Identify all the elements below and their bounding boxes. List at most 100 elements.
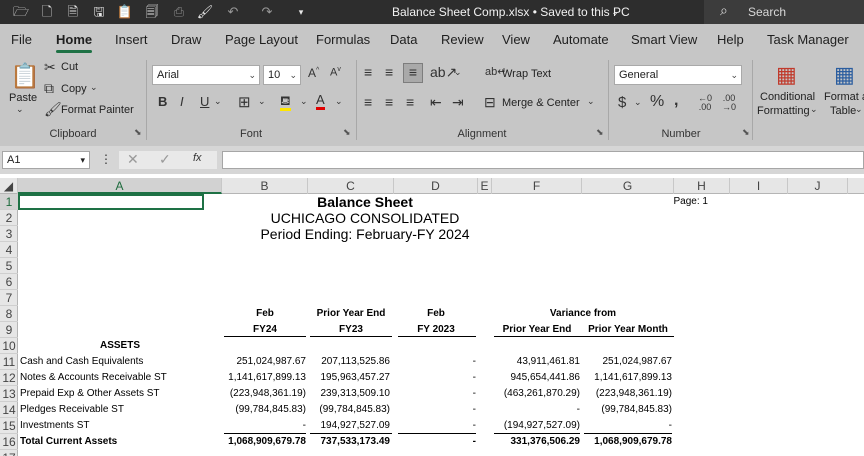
decrease-font-icon[interactable]: Av <box>330 66 341 79</box>
increase-font-icon[interactable]: A^ <box>308 66 319 80</box>
chevron-down-icon[interactable]: ⌄ <box>16 104 24 115</box>
increase-indent-icon[interactable]: ⇥ <box>452 94 464 111</box>
chevron-down-icon[interactable]: ⌄ <box>300 96 308 107</box>
chevron-down-icon[interactable]: ⌄ <box>335 96 343 107</box>
selected-cell-a1[interactable] <box>18 194 204 210</box>
row-header[interactable]: 1 <box>0 194 18 210</box>
clipboard-icon[interactable]: 🗐 <box>143 3 161 21</box>
row-header[interactable]: 5 <box>0 258 18 274</box>
tab-view[interactable]: View <box>502 24 530 56</box>
row-header[interactable]: 6 <box>0 274 18 290</box>
chevron-down-icon[interactable]: ⌄ <box>855 104 863 115</box>
chevron-down-icon[interactable]: ⌄ <box>214 96 222 107</box>
row-header[interactable]: 14 <box>0 402 18 418</box>
bold-icon[interactable]: B <box>158 94 167 109</box>
align-middle-icon[interactable]: ≡ <box>385 64 393 80</box>
align-center-icon[interactable]: ≡ <box>385 94 393 110</box>
open-icon[interactable]: 🗁 <box>12 3 30 21</box>
select-all-corner[interactable]: ◢ <box>0 178 18 194</box>
row-header[interactable]: 2 <box>0 210 18 226</box>
row-header[interactable]: 16 <box>0 434 18 450</box>
row-header[interactable]: 8 <box>0 306 18 322</box>
save-as-icon[interactable]: 🗎 <box>64 3 82 21</box>
undo-icon[interactable]: ↶ <box>224 3 242 21</box>
copy-button[interactable]: Copy <box>61 83 87 95</box>
align-top-icon[interactable]: ≡ <box>364 64 372 80</box>
conditional-formatting-label[interactable]: Conditional <box>760 91 815 103</box>
format-painter-button[interactable]: Format Painter <box>61 104 134 116</box>
paste-label[interactable]: Paste <box>9 92 37 104</box>
decrease-indent-icon[interactable]: ⇤ <box>430 94 442 111</box>
row-header[interactable]: 3 <box>0 226 18 242</box>
tab-page-layout[interactable]: Page Layout <box>225 24 298 56</box>
tab-formulas[interactable]: Formulas <box>316 24 370 56</box>
tab-smart-view[interactable]: Smart View <box>631 24 697 56</box>
tab-review[interactable]: Review <box>441 24 484 56</box>
search-box[interactable]: ⌕ Search <box>704 0 864 24</box>
column-header-g[interactable]: G <box>582 178 674 194</box>
paste-icon[interactable]: 📋 <box>10 62 40 91</box>
tab-draw[interactable]: Draw <box>171 24 201 56</box>
chevron-down-icon[interactable]: ⌄ <box>258 96 266 107</box>
comma-style-icon[interactable]: , <box>674 92 678 110</box>
column-header-i[interactable]: I <box>730 178 788 194</box>
tab-task-manager[interactable]: Task Manager <box>767 24 849 56</box>
increase-decimal-icon[interactable]: ←0.00 <box>698 94 712 112</box>
row-header[interactable]: 4 <box>0 242 18 258</box>
italic-icon[interactable]: I <box>180 94 184 109</box>
row-header[interactable]: 7 <box>0 290 18 306</box>
more-options-icon[interactable]: ⋮ <box>100 152 112 166</box>
row-header[interactable]: 9 <box>0 322 18 338</box>
align-right-icon[interactable]: ≡ <box>406 94 414 110</box>
column-header-d[interactable]: D <box>394 178 478 194</box>
print-icon[interactable]: ⎙ <box>170 3 188 21</box>
currency-icon[interactable]: $ <box>618 94 626 111</box>
column-header-j[interactable]: J <box>788 178 848 194</box>
cut-button[interactable]: Cut <box>61 61 78 73</box>
tab-data[interactable]: Data <box>390 24 417 56</box>
row-header[interactable]: 15 <box>0 418 18 434</box>
redo-icon[interactable]: ↷ <box>258 3 276 21</box>
chevron-down-icon[interactable]: ⌄ <box>454 67 462 78</box>
customize-quick-access-icon[interactable]: ▾ <box>292 3 310 21</box>
align-left-icon[interactable]: ≡ <box>364 94 372 110</box>
merge-center-icon[interactable]: ⊟ <box>484 94 496 111</box>
chevron-down-icon[interactable]: ⌄ <box>90 82 98 93</box>
dialog-launcher-icon[interactable]: ⬊ <box>343 127 351 138</box>
font-size-select[interactable]: 10 ⌄ <box>263 65 301 85</box>
insert-function-icon[interactable]: fx <box>193 152 202 164</box>
format-painter-icon[interactable]: 🖌 <box>44 101 62 118</box>
row-header[interactable]: 12 <box>0 370 18 386</box>
format-as-table-label-2[interactable]: Table <box>830 105 856 117</box>
dialog-launcher-icon[interactable]: ⬊ <box>742 127 750 138</box>
font-name-select[interactable]: Arial ⌄ <box>152 65 260 85</box>
format-painter-icon[interactable]: 🖌 <box>196 3 214 21</box>
chevron-down-icon[interactable]: ⌄ <box>587 96 595 107</box>
formula-input[interactable] <box>222 151 864 169</box>
column-header-h[interactable]: H <box>674 178 730 194</box>
tab-insert[interactable]: Insert <box>115 24 148 56</box>
tab-file[interactable]: File <box>11 24 32 56</box>
merge-center-button[interactable]: Merge & Center <box>502 97 580 109</box>
tab-help[interactable]: Help <box>717 24 744 56</box>
row-header[interactable]: 13 <box>0 386 18 402</box>
row-header[interactable]: 17 <box>0 450 18 456</box>
wrap-text-button[interactable]: Wrap Text <box>502 68 551 80</box>
row-header[interactable]: 11 <box>0 354 18 370</box>
row-header[interactable]: 10 <box>0 338 18 354</box>
chevron-down-icon[interactable]: ⌄ <box>606 3 624 21</box>
fill-color-icon[interactable]: ⛾ <box>280 93 291 111</box>
conditional-formatting-label-2[interactable]: Formatting <box>757 105 810 117</box>
number-format-select[interactable]: General ⌄ <box>614 65 742 85</box>
decrease-decimal-icon[interactable]: .00 →0 <box>722 94 736 112</box>
borders-icon[interactable]: ⊞ <box>238 93 251 111</box>
document-title[interactable]: Balance Sheet Comp.xlsx • Saved to this … <box>392 0 630 24</box>
column-header-e[interactable]: E <box>478 178 492 194</box>
chevron-down-icon[interactable]: ⌄ <box>634 97 642 108</box>
cancel-icon[interactable]: ✕ <box>127 151 139 168</box>
conditional-formatting-icon[interactable]: ▦ <box>776 62 797 88</box>
tab-automate[interactable]: Automate <box>553 24 609 56</box>
column-header-f[interactable]: F <box>492 178 582 194</box>
enter-icon[interactable]: ✓ <box>159 151 171 168</box>
align-bottom-icon[interactable]: ≡ <box>403 63 423 83</box>
